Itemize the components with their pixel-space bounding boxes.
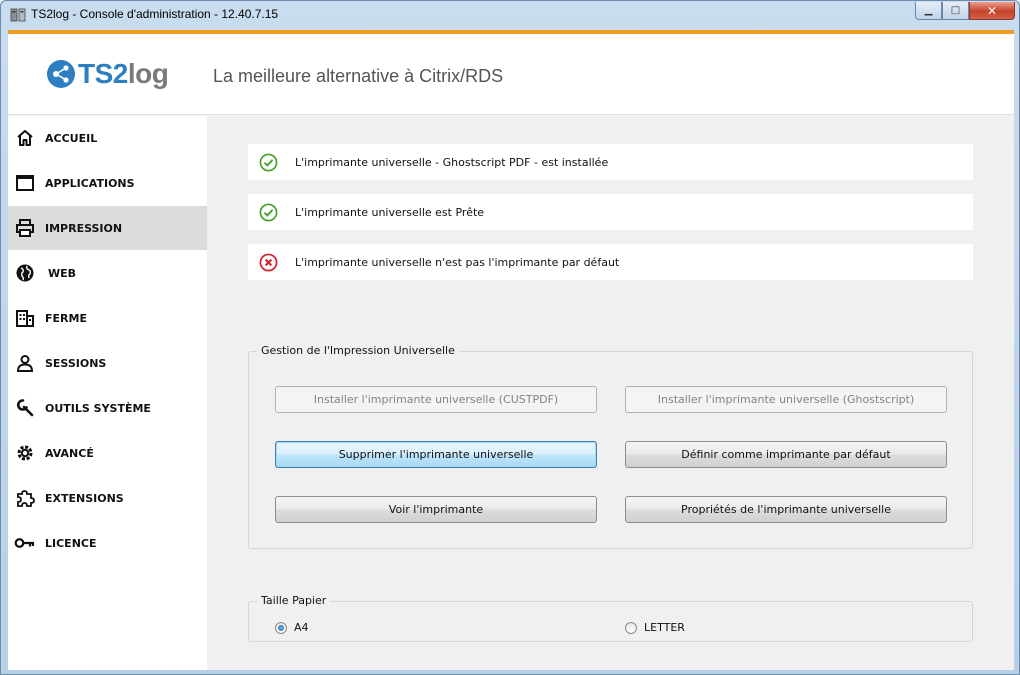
logo-text: TS2log (78, 58, 169, 89)
x-circle-icon (259, 253, 278, 272)
install-custpdf-button[interactable]: Installer l'imprimante universelle (CUST… (275, 386, 597, 413)
sidebar-item-accueil[interactable]: ACCUEIL (8, 116, 207, 160)
sidebar-item-label: IMPRESSION (45, 221, 123, 235)
sidebar-item-sessions[interactable]: SESSIONS (8, 341, 207, 385)
paper-option-letter[interactable]: LETTER (625, 621, 685, 634)
sidebar-item-outils-systeme[interactable]: OUTILS SYSTÈME (8, 386, 207, 430)
maximize-button[interactable]: □ (942, 2, 969, 20)
title-bar[interactable]: TS2log - Console d'administration - 12.4… (1, 1, 1019, 29)
main-panel: L'imprimante universelle - Ghostscript P… (207, 116, 1014, 670)
app-icon (10, 8, 26, 22)
sidebar-item-label: ACCUEIL (45, 131, 98, 145)
sidebar-item-avance[interactable]: AVANCÉ (8, 431, 207, 475)
window-title: TS2log - Console d'administration - 12.4… (31, 7, 279, 21)
building-icon (14, 307, 36, 329)
radio-label: A4 (294, 621, 309, 634)
tagline: La meilleure alternative à Citrix/RDS (213, 66, 504, 86)
radio-a4[interactable] (275, 621, 287, 634)
sidebar-item-ferme[interactable]: FERME (8, 296, 207, 340)
sidebar-item-label: APPLICATIONS (45, 176, 135, 190)
group-title: Gestion de l'Impression Universelle (257, 344, 459, 357)
sidebar-item-label: WEB (48, 266, 77, 280)
status-row: L'imprimante universelle est Prête (248, 194, 973, 230)
sidebar: ACCUEIL APPLICATIONS IMPRESSION WEB FERM… (8, 116, 207, 670)
management-group: Gestion de l'Impression Universelle Inst… (248, 344, 973, 549)
paper-size-group: Taille Papier A4 LETTER (248, 594, 973, 642)
close-icon: ✕ (986, 3, 998, 18)
user-icon (14, 352, 36, 374)
logo: TS2log (46, 58, 169, 90)
sidebar-item-label: EXTENSIONS (45, 491, 124, 505)
sidebar-item-applications[interactable]: APPLICATIONS (8, 161, 207, 205)
app-window: TS2log - Console d'administration - 12.4… (0, 0, 1020, 675)
status-row: L'imprimante universelle - Ghostscript P… (248, 144, 973, 180)
set-default-button[interactable]: Définir comme imprimante par défaut (625, 441, 947, 468)
close-button[interactable]: ✕ (969, 2, 1015, 20)
client-area: TS2log La meilleure alternative à Citrix… (8, 30, 1014, 670)
sidebar-item-impression[interactable]: IMPRESSION (8, 206, 207, 250)
minimize-button[interactable]: ▁ (915, 2, 942, 20)
status-text: L'imprimante universelle - Ghostscript P… (295, 155, 609, 169)
home-icon (14, 127, 36, 149)
globe-icon (14, 262, 36, 284)
sidebar-item-label: LICENCE (45, 536, 97, 550)
status-row: L'imprimante universelle n'est pas l'imp… (248, 244, 973, 280)
header: TS2log La meilleure alternative à Citrix… (8, 34, 1014, 115)
check-circle-icon (259, 203, 278, 222)
status-text: L'imprimante universelle est Prête (295, 205, 485, 219)
radio-letter[interactable] (625, 621, 637, 634)
logo-icon (47, 60, 75, 88)
sidebar-item-extensions[interactable]: EXTENSIONS (8, 476, 207, 520)
minimize-icon: ▁ (924, 5, 933, 16)
check-circle-icon (259, 153, 278, 172)
remove-printer-button[interactable]: Supprimer l'imprimante universelle (275, 441, 597, 468)
sidebar-item-label: OUTILS SYSTÈME (45, 401, 151, 415)
view-printer-button[interactable]: Voir l'imprimante (275, 496, 597, 523)
gear-icon (14, 442, 36, 464)
sidebar-item-web[interactable]: WEB (8, 251, 207, 295)
group-title: Taille Papier (257, 594, 331, 607)
printer-icon (14, 217, 36, 239)
puzzle-icon (14, 487, 36, 509)
printer-properties-button[interactable]: Propriétés de l'imprimante universelle (625, 496, 947, 523)
sidebar-item-label: AVANCÉ (45, 446, 94, 460)
sidebar-item-licence[interactable]: LICENCE (8, 521, 207, 565)
key-icon (14, 532, 36, 554)
sidebar-item-label: FERME (45, 311, 87, 325)
install-ghostscript-button[interactable]: Installer l'imprimante universelle (Ghos… (625, 386, 947, 413)
status-text: L'imprimante universelle n'est pas l'imp… (295, 255, 620, 269)
paper-option-a4[interactable]: A4 (275, 621, 309, 634)
radio-label: LETTER (644, 621, 685, 634)
window-icon (14, 172, 36, 194)
sidebar-item-label: SESSIONS (45, 356, 107, 370)
maximize-icon: □ (950, 5, 961, 16)
wrench-icon (14, 397, 36, 419)
